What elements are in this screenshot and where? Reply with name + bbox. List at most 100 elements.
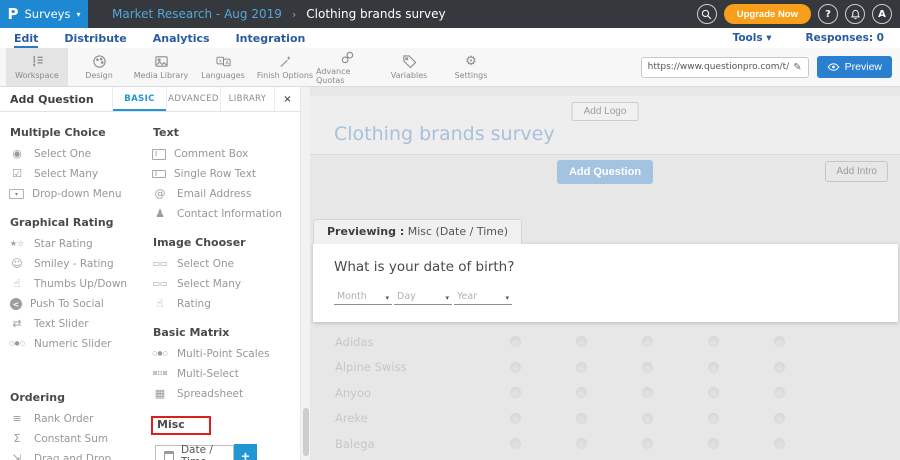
avatar-initial: A — [878, 9, 886, 20]
upgrade-now-button[interactable]: Upgrade Now — [724, 4, 811, 24]
matrix-radio[interactable] — [708, 438, 719, 449]
edit-url-icon[interactable]: ✎ — [793, 62, 801, 73]
qtype-spreadsheet[interactable]: ▦ Spreadsheet — [151, 384, 300, 404]
matrix-radio[interactable] — [708, 413, 719, 424]
close-panel-button[interactable]: × — [274, 87, 300, 111]
matrix-radio[interactable] — [642, 336, 653, 347]
matrix-radio[interactable] — [510, 362, 521, 373]
matrix-radio[interactable] — [642, 438, 653, 449]
qtype-multi-select[interactable]: ⊠⊡⊠ Multi-Select — [151, 364, 300, 384]
tab-integration[interactable]: Integration — [236, 28, 306, 48]
tool-settings[interactable]: ⚙ Settings — [440, 48, 502, 86]
qtype-star-rating[interactable]: ★☆ Star Rating — [8, 234, 145, 254]
qtype-contact-information[interactable]: ♟ Contact Information — [151, 204, 300, 224]
add-intro-button[interactable]: Add Intro — [825, 161, 888, 182]
matrix-radio[interactable] — [576, 438, 587, 449]
dropdown-icon: ▾ — [9, 189, 24, 199]
help-button[interactable]: ? — [818, 4, 838, 24]
qtype-text-slider[interactable]: ⇄ Text Slider — [8, 314, 145, 334]
matrix-radio[interactable] — [708, 362, 719, 373]
qtype-rank-order[interactable]: ≡ Rank Order — [8, 409, 145, 429]
qtype-email-address[interactable]: @ Email Address — [151, 184, 300, 204]
tool-languages[interactable]: x A Languages — [192, 48, 254, 86]
qtype-constant-sum[interactable]: Σ Constant Sum — [8, 429, 145, 449]
matrix-radio[interactable] — [708, 336, 719, 347]
add-logo-button[interactable]: Add Logo — [572, 102, 639, 121]
qtype-select-many[interactable]: ☑ Select Many — [8, 164, 145, 184]
survey-header: Add Logo Clothing brands survey — [310, 96, 900, 155]
qtype-comment-box[interactable]: I Comment Box — [151, 144, 300, 164]
add-date-time-button[interactable]: + — [234, 444, 257, 460]
qtype-numeric-slider[interactable]: ○●○ Numeric Slider — [8, 334, 145, 354]
tool-variables[interactable]: Variables — [378, 48, 440, 86]
tab-library[interactable]: LIBRARY — [220, 87, 274, 111]
breadcrumb-folder[interactable]: Market Research - Aug 2019 — [112, 7, 282, 21]
matrix-radio[interactable] — [510, 336, 521, 347]
matrix-radio[interactable] — [774, 362, 785, 373]
avatar[interactable]: A — [872, 4, 892, 24]
month-select[interactable]: Month ▾ — [334, 289, 392, 305]
matrix-radio[interactable] — [510, 413, 521, 424]
image-pair-icon: ▭▭ — [151, 258, 169, 270]
scrollbar-thumb[interactable] — [303, 408, 309, 456]
section-multiple-choice: Multiple Choice — [10, 126, 145, 139]
matrix-radio[interactable] — [510, 438, 521, 449]
qtype-thumbs-up-down[interactable]: ☝ Thumbs Up/Down — [8, 274, 145, 294]
matrix-radio[interactable] — [774, 438, 785, 449]
search-button[interactable] — [697, 4, 717, 24]
matrix-radio[interactable] — [642, 387, 653, 398]
add-question-panel: Add Question BASIC ADVANCED LIBRARY × Mu… — [0, 87, 300, 460]
section-text: Text — [153, 126, 300, 139]
tools-menu[interactable]: Tools ▾ — [733, 32, 772, 44]
matrix-radio[interactable] — [708, 387, 719, 398]
tool-finish-options[interactable]: Finish Options — [254, 48, 316, 86]
survey-url-input[interactable] — [648, 62, 790, 72]
year-select[interactable]: Year ▾ — [454, 289, 512, 305]
tab-analytics[interactable]: Analytics — [153, 28, 210, 48]
tab-advanced[interactable]: ADVANCED — [166, 87, 220, 111]
matrix-radio[interactable] — [774, 387, 785, 398]
preview-card: What is your date of birth? Month ▾ Day … — [313, 244, 898, 322]
matrix-radio[interactable] — [576, 336, 587, 347]
comment-box-icon: I — [152, 149, 166, 160]
survey-url-box: ✎ — [641, 57, 809, 78]
preview-button[interactable]: Preview — [817, 56, 892, 78]
nav-right: Tools ▾ Responses: 0 — [733, 28, 900, 48]
matrix-radio[interactable] — [576, 413, 587, 424]
responses-count[interactable]: Responses: 0 — [806, 32, 884, 44]
panel-scrollbar — [300, 87, 310, 460]
survey-title[interactable]: Clothing brands survey — [334, 123, 555, 145]
matrix-radio[interactable] — [774, 413, 785, 424]
qtype-dropdown-menu[interactable]: ▾ Drop-down Menu — [8, 184, 145, 204]
qtype-image-rating[interactable]: ☝ Rating — [151, 294, 300, 314]
matrix-radio[interactable] — [642, 362, 653, 373]
qtype-image-select-many[interactable]: ▭▭ Select Many — [151, 274, 300, 294]
tool-design[interactable]: Design — [68, 48, 130, 86]
tab-edit[interactable]: Edit — [14, 28, 38, 48]
tool-advance-quotas[interactable]: Advance Quotas — [316, 48, 378, 86]
matrix-radio[interactable] — [774, 336, 785, 347]
tool-media-library[interactable]: Media Library — [130, 48, 192, 86]
svg-text:x: x — [218, 59, 221, 65]
matrix-radio[interactable] — [510, 387, 521, 398]
matrix-radio[interactable] — [576, 362, 587, 373]
qtype-smiley-rating[interactable]: ☺ Smiley - Rating — [8, 254, 145, 274]
day-select[interactable]: Day ▾ — [394, 289, 452, 305]
qtype-image-select-one[interactable]: ▭▭ Select One — [151, 254, 300, 274]
qtype-date-time[interactable]: Date / Time — [155, 445, 234, 460]
breadcrumb-survey-name[interactable]: Clothing brands survey — [306, 7, 445, 21]
matrix-radio[interactable] — [642, 413, 653, 424]
tab-basic[interactable]: BASIC — [112, 87, 166, 111]
chevron-down-icon: ▾ — [385, 294, 389, 302]
tool-workspace[interactable]: Workspace — [6, 48, 68, 86]
qtype-push-to-social[interactable]: < Push To Social — [8, 294, 145, 314]
qtype-select-one[interactable]: ◉ Select One — [8, 144, 145, 164]
qtype-single-row-text[interactable]: I Single Row Text — [151, 164, 300, 184]
add-question-button[interactable]: Add Question — [557, 160, 653, 184]
tab-distribute[interactable]: Distribute — [64, 28, 126, 48]
qtype-multi-point-scales[interactable]: ○●○ Multi-Point Scales — [151, 344, 300, 364]
qtype-drag-and-drop[interactable]: ⇲ Drag and Drop — [8, 449, 145, 460]
notifications-button[interactable] — [845, 4, 865, 24]
matrix-radio[interactable] — [576, 387, 587, 398]
surveys-product-menu[interactable]: P Surveys ▾ — [0, 0, 88, 28]
